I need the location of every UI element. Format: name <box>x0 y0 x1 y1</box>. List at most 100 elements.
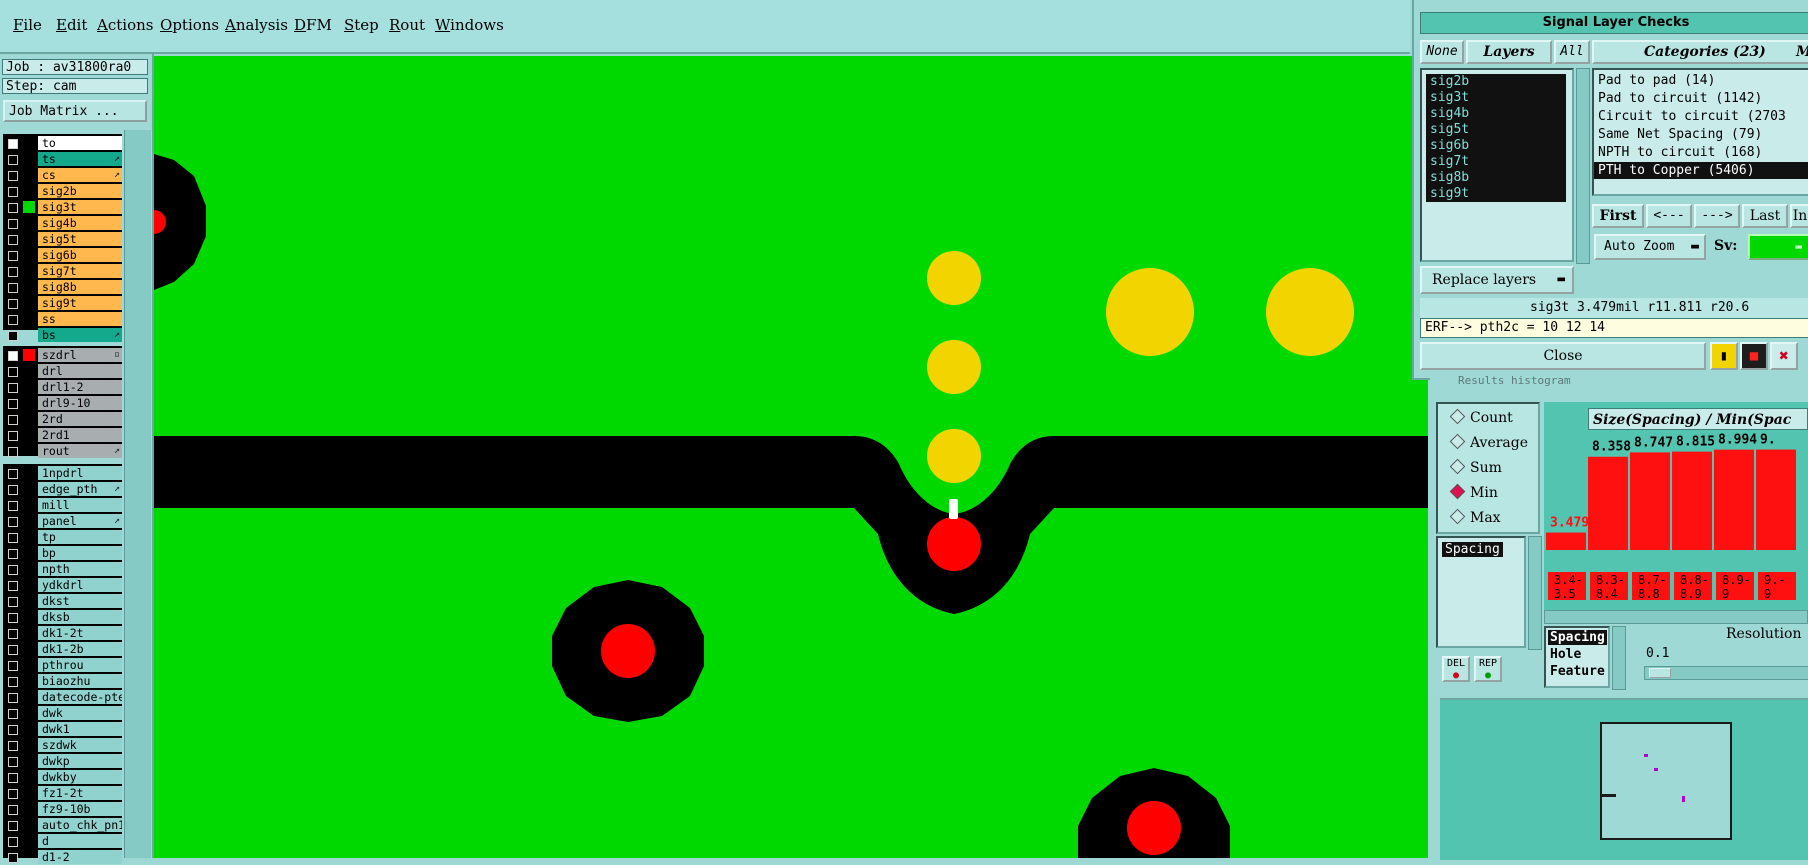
category-list[interactable]: Pad to pad (14) Pad to circuit (1142) Circ… <box>1592 68 1808 196</box>
rep-button[interactable]: REP ● <box>1474 656 1502 682</box>
last-button[interactable]: Last <box>1742 204 1788 228</box>
severity-color-dropdown[interactable]: ▬ <box>1748 234 1808 260</box>
signal-layer-item[interactable]: sig4b <box>1426 106 1566 122</box>
measure-list-item[interactable]: Spacing <box>1442 542 1503 557</box>
layer-name[interactable]: sig8b <box>38 280 122 294</box>
measure-list[interactable]: Spacing <box>1436 536 1526 648</box>
layer-checkbox[interactable] <box>8 171 18 181</box>
layer-checkbox[interactable] <box>8 447 18 457</box>
layer-row-fz1-2t[interactable]: fz1-2t <box>3 786 122 801</box>
sort-list-scrollbar[interactable] <box>1612 626 1626 690</box>
layer-row-dwkp[interactable]: dwkp <box>3 754 122 769</box>
layer-row-bs[interactable]: bs ↗ <box>3 328 122 343</box>
layer-name[interactable]: datecode-pte <box>38 690 122 704</box>
overview-map[interactable] <box>1440 698 1808 860</box>
layer-row-dk1-2t[interactable]: dk1-2t <box>3 626 122 641</box>
layer-row-rout[interactable]: rout ↗ <box>3 444 122 459</box>
mode-radio-max[interactable]: Max <box>1449 508 1501 526</box>
layer-name[interactable]: sig5t <box>38 232 122 246</box>
layer-row-dwk1[interactable]: dwk1 <box>3 722 122 737</box>
layer-list-scrollbar[interactable] <box>124 130 151 858</box>
layer-name[interactable]: auto_chk_pn1 <box>38 818 122 832</box>
layer-checkbox[interactable] <box>8 837 18 847</box>
close-button[interactable]: Close <box>1420 342 1706 370</box>
layer-checkbox[interactable] <box>8 773 18 783</box>
layer-row-fz9-10b[interactable]: fz9-10b <box>3 802 122 817</box>
category-item[interactable]: PTH to Copper (5406) <box>1594 162 1808 179</box>
layer-row-d[interactable]: d <box>3 834 122 849</box>
layer-name[interactable]: dwk1 <box>38 722 122 736</box>
layer-row-sig7t[interactable]: sig7t <box>3 264 122 279</box>
layer-name[interactable]: d <box>38 834 122 848</box>
layer-checkbox[interactable] <box>8 853 18 863</box>
layer-name[interactable]: dk1-2t <box>38 626 122 640</box>
layers-button[interactable]: Layers <box>1466 40 1552 64</box>
layer-checkbox[interactable] <box>8 299 18 309</box>
layer-name[interactable]: dwkp <box>38 754 122 768</box>
layer-checkbox[interactable] <box>8 283 18 293</box>
select-none-button[interactable]: None <box>1420 40 1464 64</box>
layer-name[interactable]: biaozhu <box>38 674 122 688</box>
signal-layer-item[interactable]: sig8b <box>1426 170 1566 186</box>
layer-checkbox[interactable] <box>8 485 18 495</box>
histogram-bar[interactable] <box>1756 449 1796 550</box>
layer-name[interactable]: rout ↗ <box>38 444 122 458</box>
sort-list-item[interactable]: Spacing <box>1548 630 1607 645</box>
layer-checkbox[interactable] <box>8 821 18 831</box>
layer-checkbox[interactable] <box>8 251 18 261</box>
layer-checkbox[interactable] <box>8 629 18 639</box>
layer-name[interactable]: ydkdrl <box>38 578 122 592</box>
layer-row-auto_chk_pn1[interactable]: auto_chk_pn1 <box>3 818 122 833</box>
replace-layers-dropdown[interactable]: Replace layers ▬ <box>1420 266 1574 294</box>
layer-checkbox[interactable] <box>8 533 18 543</box>
mode-radio-count[interactable]: Count <box>1449 408 1513 426</box>
categories-button[interactable]: Categories (23) Me <box>1592 40 1808 64</box>
layer-display-color[interactable] <box>23 201 35 213</box>
layer-row-pthrou[interactable]: pthrou <box>3 658 122 673</box>
layer-checkbox[interactable] <box>8 367 18 377</box>
category-item[interactable]: NPTH to circuit (168) <box>1598 144 1762 161</box>
layer-row-sig9t[interactable]: sig9t <box>3 296 122 311</box>
mode-radio-min[interactable]: Min <box>1449 483 1498 501</box>
menu-file[interactable]: File <box>13 16 42 34</box>
delete-icon[interactable]: ✖ <box>1770 342 1798 370</box>
layer-name[interactable]: 2rd1 <box>38 428 122 442</box>
layer-checkbox[interactable] <box>8 661 18 671</box>
signal-layer-item[interactable]: sig6b <box>1426 138 1566 154</box>
layer-name[interactable]: sig3t <box>38 200 122 214</box>
info-button[interactable]: In <box>1790 204 1808 228</box>
signal-layer-list[interactable]: sig2b sig3t sig4b sig5t sig6b sig7t sig8b sig9t <box>1420 68 1574 262</box>
layer-checkbox[interactable] <box>8 501 18 511</box>
layer-checkbox[interactable] <box>8 155 18 165</box>
layer-name[interactable]: bp <box>38 546 122 560</box>
menu-actions[interactable]: Actions <box>97 16 153 34</box>
layer-row-dk1-2b[interactable]: dk1-2b <box>3 642 122 657</box>
layer-row-dkst[interactable]: dkst <box>3 594 122 609</box>
layer-name[interactable]: drl1-2 <box>38 380 122 394</box>
previous-button[interactable]: <--- <box>1646 204 1692 228</box>
layer-name[interactable]: dwkby <box>38 770 122 784</box>
layer-name[interactable]: 2rd <box>38 412 122 426</box>
menu-analysis[interactable]: Analysis <box>225 16 288 34</box>
histogram-bar[interactable] <box>1714 449 1754 550</box>
mode-radio-average[interactable]: Average <box>1449 433 1528 451</box>
layer-row-sig4b[interactable]: sig4b <box>3 216 122 231</box>
layer-checkbox[interactable] <box>8 805 18 815</box>
layer-checkbox[interactable] <box>8 139 18 149</box>
layer-name[interactable]: npth <box>38 562 122 576</box>
menu-dfm[interactable]: DFM <box>294 16 332 34</box>
layer-row-1npdrl[interactable]: 1npdrl <box>3 466 122 481</box>
layer-checkbox[interactable] <box>8 187 18 197</box>
category-item[interactable]: Pad to circuit (1142) <box>1598 90 1762 107</box>
layer-name[interactable]: sig9t <box>38 296 122 310</box>
layer-checkbox[interactable] <box>8 565 18 575</box>
histogram-bar[interactable] <box>1588 456 1628 550</box>
layer-name[interactable]: fz9-10b <box>38 802 122 816</box>
layer-checkbox[interactable] <box>8 415 18 425</box>
mode-radio-sum[interactable]: Sum <box>1449 458 1502 476</box>
layer-name[interactable]: dkst <box>38 594 122 608</box>
layer-row-edge_pth[interactable]: edge_pth ↗ <box>3 482 122 497</box>
histogram-bar[interactable] <box>1630 452 1670 550</box>
category-item[interactable]: Same Net Spacing (79) <box>1598 126 1762 143</box>
layer-row-to[interactable]: to <box>3 136 122 151</box>
